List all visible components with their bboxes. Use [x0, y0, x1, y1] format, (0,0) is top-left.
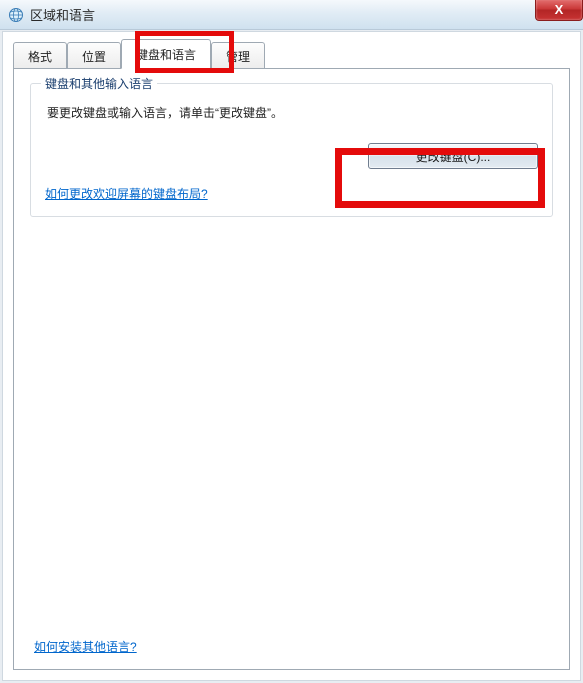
globe-icon [8, 7, 24, 23]
tab-label: 格式 [28, 50, 52, 64]
groupbox-title: 键盘和其他输入语言 [41, 75, 157, 92]
tab-format[interactable]: 格式 [13, 42, 67, 69]
link-label: 如何更改欢迎屏幕的键盘布局? [45, 187, 208, 201]
close-button[interactable]: X [535, 0, 583, 21]
groupbox-description: 要更改键盘或输入语言，请单击“更改键盘”。 [47, 104, 538, 121]
close-icon: X [555, 2, 564, 17]
tab-strip: 格式 位置 键盘和语言 管理 [13, 40, 570, 68]
tab-panel: 键盘和其他输入语言 要更改键盘或输入语言，请单击“更改键盘”。 更改键盘(C).… [13, 68, 570, 670]
tab-keyboards-languages[interactable]: 键盘和语言 [121, 39, 211, 69]
change-keyboards-button[interactable]: 更改键盘(C)... [368, 143, 538, 169]
tab-label: 位置 [82, 50, 106, 64]
client-area: 格式 位置 键盘和语言 管理 键盘和其他输入语言 要更改键盘或输入语言，请单击“… [2, 31, 581, 681]
title-bar: 区域和语言 X [0, 0, 583, 30]
tab-label: 管理 [226, 50, 250, 64]
welcome-screen-layout-link[interactable]: 如何更改欢迎屏幕的键盘布局? [45, 187, 208, 201]
keyboards-groupbox: 键盘和其他输入语言 要更改键盘或输入语言，请单击“更改键盘”。 更改键盘(C).… [30, 83, 553, 217]
link-label: 如何安装其他语言? [34, 640, 137, 654]
button-row: 更改键盘(C)... [45, 143, 538, 169]
tab-location[interactable]: 位置 [67, 42, 121, 69]
tab-administrative[interactable]: 管理 [211, 42, 265, 69]
button-label: 更改键盘(C)... [416, 150, 491, 164]
install-languages-link[interactable]: 如何安装其他语言? [34, 638, 137, 655]
window-title: 区域和语言 [30, 5, 95, 24]
tab-label: 键盘和语言 [136, 48, 196, 62]
